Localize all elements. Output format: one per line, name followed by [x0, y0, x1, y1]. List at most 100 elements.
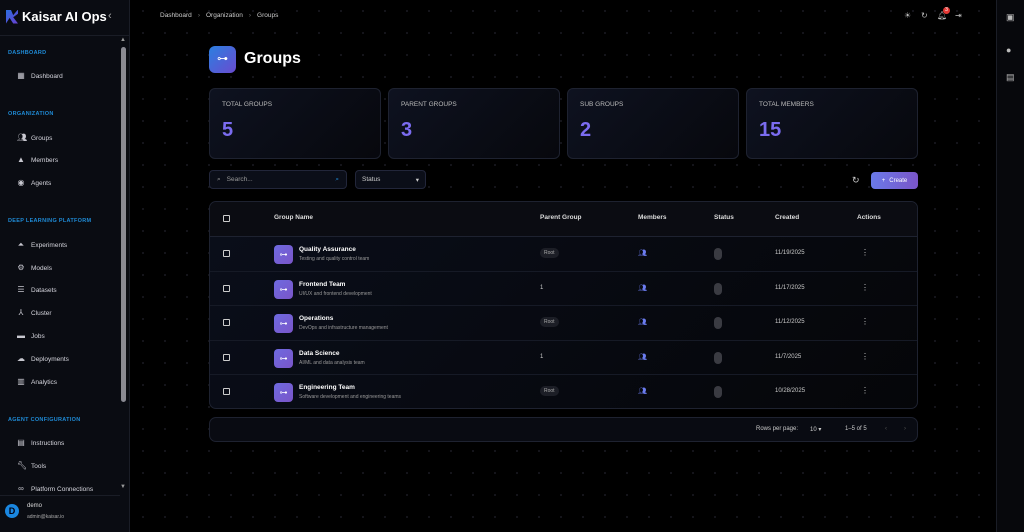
- sidebar-item-groups[interactable]: 👥︎ Groups: [17, 134, 52, 142]
- create-button[interactable]: + Create: [871, 172, 918, 189]
- column-group-name[interactable]: Group Name: [274, 214, 313, 221]
- divider: [0, 35, 130, 36]
- plus-icon: +: [881, 177, 886, 184]
- analytics-icon: ▥: [17, 377, 25, 386]
- stat-value: 2: [580, 119, 592, 141]
- chat-icon[interactable]: ●: [1006, 45, 1011, 55]
- group-icon: ⊶: [274, 383, 293, 402]
- table-row[interactable]: ⊶ Operations DevOps and infrastructure m…: [210, 306, 917, 341]
- search-icon: ⌕: [217, 175, 221, 183]
- app-logo[interactable]: Kaisar AI Ops: [6, 9, 107, 24]
- members-icon[interactable]: 👥︎: [638, 249, 647, 257]
- sidebar-item-members[interactable]: ▲ Members: [17, 156, 58, 164]
- members-icon[interactable]: 👥︎: [638, 353, 647, 361]
- group-name[interactable]: Frontend Team: [299, 281, 345, 288]
- search-submit-icon[interactable]: ⌕: [335, 176, 339, 184]
- search-input[interactable]: ⌕ Search... ⌕: [209, 170, 347, 189]
- parent-group: 1: [540, 353, 544, 360]
- groups-icon: 👥︎: [17, 133, 28, 142]
- more-actions-icon[interactable]: ⋮: [861, 248, 869, 257]
- select-all-checkbox[interactable]: [223, 215, 230, 222]
- status-toggle[interactable]: [714, 248, 722, 260]
- sidebar-item-label: Cluster: [31, 309, 52, 317]
- more-actions-icon[interactable]: ⋮: [861, 386, 869, 395]
- more-actions-icon[interactable]: ⋮: [861, 283, 869, 292]
- group-name[interactable]: Engineering Team: [299, 384, 355, 391]
- sidebar-section-label: ORGANIZATION: [8, 111, 54, 117]
- column-parent-group[interactable]: Parent Group: [540, 214, 582, 221]
- rows-per-page-label: Rows per page:: [756, 426, 799, 432]
- members-icon[interactable]: 👥︎: [638, 318, 647, 326]
- more-actions-icon[interactable]: ⋮: [861, 317, 869, 326]
- group-name[interactable]: Operations: [299, 315, 333, 322]
- app-name: Kaisar AI Ops: [22, 9, 107, 24]
- rows-per-page-select[interactable]: 10 ▾: [810, 426, 821, 433]
- status-toggle[interactable]: [714, 282, 722, 295]
- table-row[interactable]: ⊶ Frontend Team UI/UX and frontend devel…: [210, 272, 917, 306]
- stat-card-sub-groups: SUB GROUPS 2: [567, 88, 739, 159]
- sidebar-item-label: Models: [31, 264, 52, 272]
- refresh-icon[interactable]: ↻: [921, 11, 928, 20]
- row-checkbox[interactable]: [223, 388, 230, 395]
- sidebar-item-datasets[interactable]: ☰ Datasets: [17, 286, 56, 294]
- stat-card-total-groups: TOTAL GROUPS 5: [209, 88, 381, 159]
- stat-card-parent-groups: PARENT GROUPS 3: [388, 88, 560, 159]
- group-icon: ⊶: [274, 279, 293, 299]
- calendar-icon[interactable]: ▤: [1006, 72, 1015, 83]
- group-name[interactable]: Data Science: [299, 350, 339, 357]
- created-date: 11/7/2025: [775, 353, 802, 360]
- prev-page-icon[interactable]: ‹: [885, 426, 887, 432]
- table-row[interactable]: ⊶ Quality Assurance Testing and quality …: [210, 237, 917, 272]
- breadcrumb-dashboard[interactable]: Dashboard: [160, 12, 192, 19]
- dashboard-icon: ▦: [17, 71, 25, 80]
- avatar[interactable]: D: [5, 504, 19, 518]
- parent-group: 1: [540, 284, 544, 291]
- person-icon: ▲: [17, 155, 25, 164]
- sidebar-item-analytics[interactable]: ▥ Analytics: [17, 378, 57, 386]
- flask-icon: ⏶: [17, 240, 25, 249]
- group-name[interactable]: Quality Assurance: [299, 246, 356, 253]
- sidebar-item-experiments[interactable]: ⏶ Experiments: [17, 241, 67, 249]
- rows-per-page-value: 10: [810, 427, 817, 433]
- row-checkbox[interactable]: [223, 250, 230, 257]
- briefcase-icon: ▬: [17, 331, 25, 340]
- sidebar-item-cluster[interactable]: ⅄ Cluster: [17, 309, 52, 317]
- sidebar-item-dashboard[interactable]: ▦ Dashboard: [17, 72, 63, 80]
- table-row[interactable]: ⊶ Engineering Team Software development …: [210, 375, 917, 408]
- refresh-list-icon[interactable]: ↻: [852, 175, 860, 186]
- breadcrumb-groups: Groups: [257, 12, 279, 19]
- more-actions-icon[interactable]: ⋮: [861, 352, 869, 361]
- members-icon[interactable]: 👥︎: [638, 387, 647, 395]
- row-checkbox[interactable]: [223, 284, 230, 292]
- collapse-sidebar-icon[interactable]: ‹: [108, 10, 112, 22]
- sidebar-item-deployments[interactable]: ☁ Deployments: [17, 355, 69, 363]
- logout-icon[interactable]: ⇥: [955, 11, 962, 20]
- breadcrumb-organization[interactable]: Organization: [206, 12, 243, 19]
- status-toggle[interactable]: [714, 386, 722, 398]
- group-description: Testing and quality control team: [299, 256, 370, 262]
- notification-badge: 3: [943, 7, 950, 14]
- sidebar-item-tools[interactable]: 🔧︎ Tools: [17, 462, 46, 470]
- sidebar-item-platform-connections[interactable]: ∞ Platform Connections: [17, 485, 93, 493]
- sidebar-scrollbar[interactable]: ▲ ▼: [119, 37, 128, 493]
- next-page-icon[interactable]: ›: [904, 426, 906, 432]
- column-created[interactable]: Created: [775, 214, 799, 221]
- status-toggle[interactable]: [714, 317, 722, 329]
- sidebar-item-agents[interactable]: ◉ Agents: [17, 178, 52, 187]
- table-row[interactable]: ⊶ Data Science AI/ML and data analysis t…: [210, 341, 917, 375]
- group-description: AI/ML and data analysis team: [299, 359, 365, 366]
- status-select[interactable]: Status ▾: [355, 170, 426, 189]
- robot-icon: ◉: [17, 178, 25, 187]
- status-toggle[interactable]: [714, 351, 722, 364]
- sidebar-section-label: DEEP LEARNING PLATFORM: [8, 218, 92, 224]
- theme-toggle-icon[interactable]: ☀: [904, 11, 911, 20]
- members-icon[interactable]: 👥︎: [638, 284, 647, 292]
- status-label: Status: [362, 176, 381, 183]
- assistant-icon[interactable]: ▣: [1006, 12, 1015, 23]
- sidebar-item-instructions[interactable]: ▤ Instructions: [17, 439, 64, 447]
- row-checkbox[interactable]: [223, 353, 230, 361]
- row-checkbox[interactable]: [223, 319, 230, 326]
- sidebar-item-jobs[interactable]: ▬ Jobs: [17, 332, 45, 340]
- sidebar-item-models[interactable]: ⚙ Models: [17, 264, 52, 272]
- created-date: 11/12/2025: [775, 319, 805, 325]
